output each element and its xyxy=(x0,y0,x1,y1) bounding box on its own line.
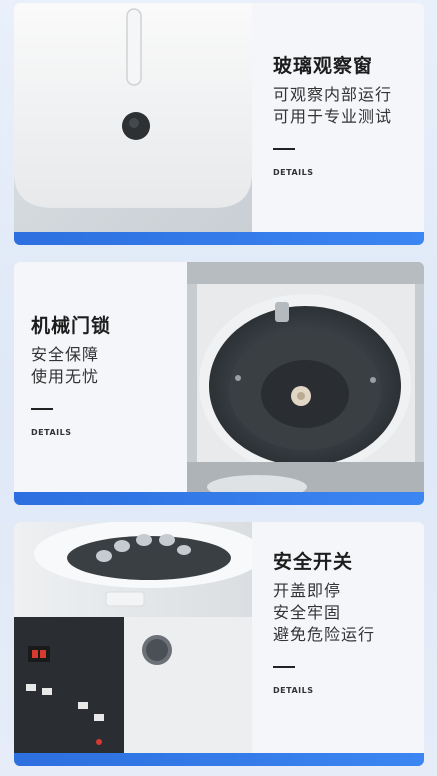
feature-card-switch: 安全开关 开盖即停 安全牢固 避免危险运行 DETAILS xyxy=(14,522,424,766)
feature-title: 安全开关 xyxy=(273,551,354,573)
accent-bar xyxy=(14,753,424,766)
feature-line: 安全保障 xyxy=(31,345,100,364)
feature-card-lock: 机械门锁 安全保障 使用无忧 DETAILS xyxy=(14,262,424,505)
divider xyxy=(273,666,295,668)
feature-line: 可观察内部运行 xyxy=(273,85,393,104)
divider xyxy=(31,408,53,410)
accent-bar xyxy=(14,492,424,505)
accent-bar xyxy=(14,232,424,245)
feature-card-window: 玻璃观察窗 可观察内部运行 可用于专业测试 DETAILS xyxy=(14,3,424,245)
feature-title: 机械门锁 xyxy=(31,315,112,337)
feature-title: 玻璃观察窗 xyxy=(273,55,374,77)
feature-line: 使用无忧 xyxy=(31,367,100,386)
feature-line: 避免危险运行 xyxy=(273,625,376,644)
safety-switch-photo xyxy=(14,522,252,753)
feature-line: 开盖即停 xyxy=(273,581,342,600)
observation-window-photo xyxy=(14,3,252,232)
feature-line: 可用于专业测试 xyxy=(273,107,393,126)
feature-line: 安全牢固 xyxy=(273,603,342,622)
door-lock-photo xyxy=(187,262,424,492)
details-label: DETAILS xyxy=(31,428,72,437)
details-label: DETAILS xyxy=(273,686,314,695)
feature-text-lock: 机械门锁 安全保障 使用无忧 DETAILS xyxy=(31,262,191,437)
divider xyxy=(273,148,295,150)
feature-text-switch: 安全开关 开盖即停 安全牢固 避免危险运行 DETAILS xyxy=(273,522,423,695)
feature-text-window: 玻璃观察窗 可观察内部运行 可用于专业测试 DETAILS xyxy=(273,3,423,177)
details-label: DETAILS xyxy=(273,168,314,177)
